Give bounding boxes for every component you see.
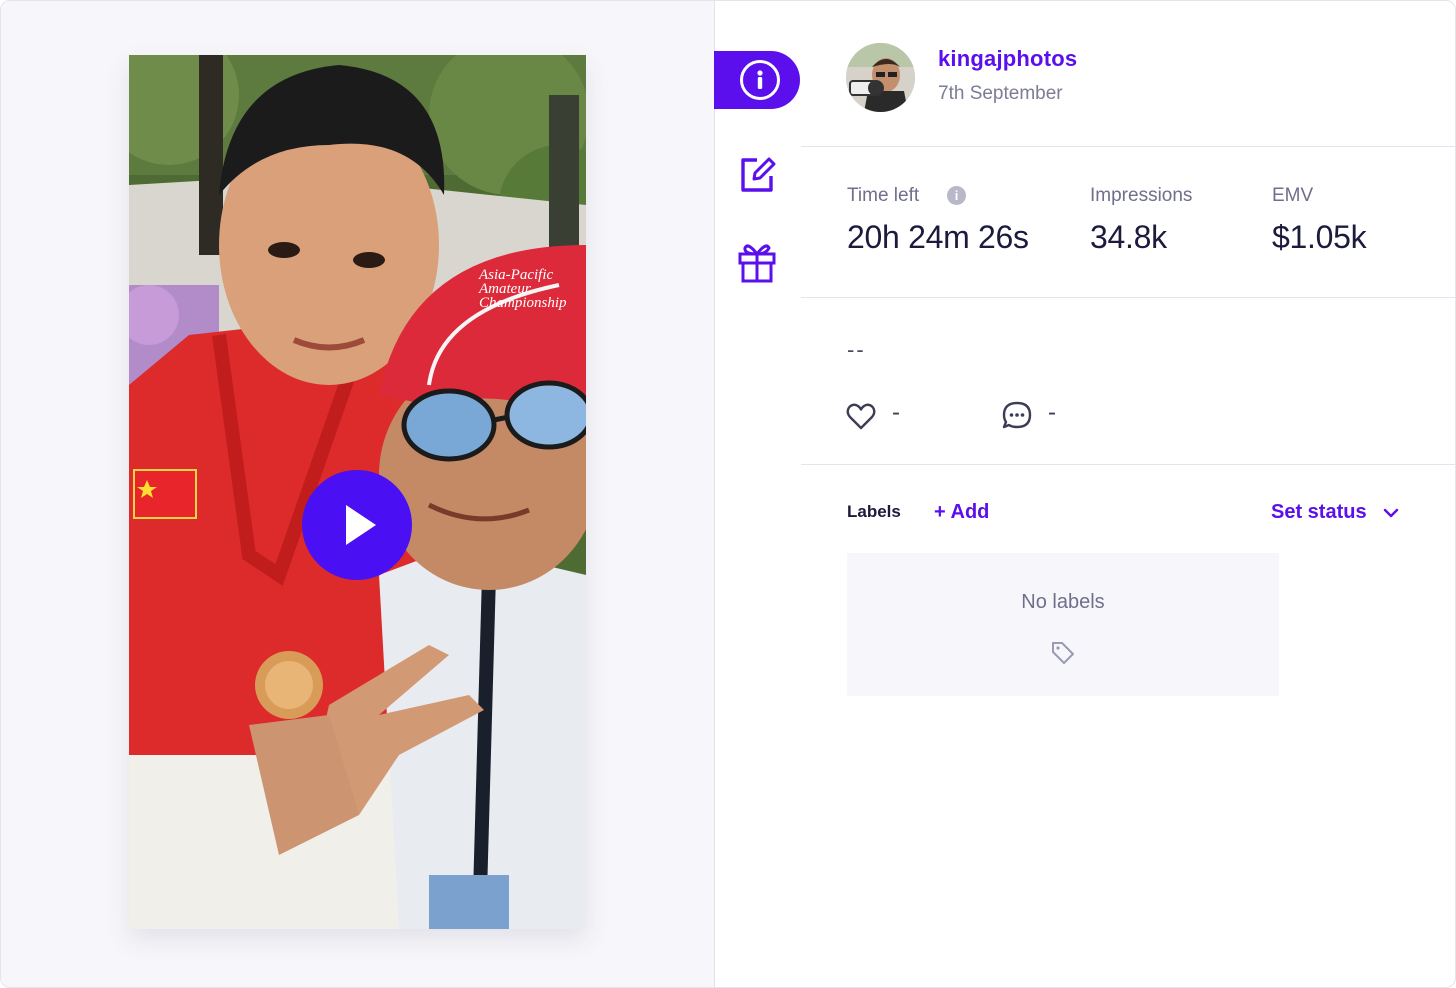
hat-text-3: Championship <box>479 295 567 311</box>
comments-count: - <box>1048 399 1056 426</box>
divider <box>801 146 1455 147</box>
avatar[interactable] <box>846 43 915 112</box>
tab-info[interactable] <box>714 51 800 109</box>
tag-icon <box>1052 642 1074 664</box>
info-icon <box>740 60 780 100</box>
labels-title: Labels <box>847 502 901 521</box>
labels-empty-state: No labels <box>847 553 1279 696</box>
post-detail-panel: Asia-Pacific Amateur Championship kingaj… <box>0 0 1456 988</box>
emv-value: $1.05k <box>1272 219 1367 255</box>
emv-label: EMV <box>1272 185 1314 206</box>
gift-icon <box>738 244 776 283</box>
impressions-value: 34.8k <box>1090 219 1167 255</box>
post-date: 7th September <box>938 83 1063 104</box>
post-media[interactable]: Asia-Pacific Amateur Championship <box>129 55 586 929</box>
comment-icon <box>1002 401 1032 429</box>
play-icon <box>346 505 376 545</box>
set-status-label: Set status <box>1271 501 1367 523</box>
media-panel: Asia-Pacific Amateur Championship <box>1 1 715 987</box>
post-caption: -- <box>847 337 866 362</box>
no-labels-text: No labels <box>1021 591 1105 613</box>
edit-icon <box>741 157 776 192</box>
post-info: kingajphotos 7th September Time left i 2… <box>801 1 1455 987</box>
heart-icon <box>846 403 876 430</box>
tab-gift[interactable] <box>735 240 779 284</box>
impressions-label: Impressions <box>1090 185 1193 206</box>
chevron-down-icon <box>1383 508 1398 517</box>
time-left-label: Time left <box>847 185 920 206</box>
time-left-value: 20h 24m 26s <box>847 219 1029 255</box>
username-link[interactable]: kingajphotos <box>938 46 1077 72</box>
play-button[interactable] <box>302 470 412 580</box>
divider <box>801 464 1455 465</box>
likes-count: - <box>892 399 900 426</box>
add-label-button[interactable]: + Add <box>934 501 989 524</box>
set-status-dropdown[interactable]: Set status <box>1271 501 1399 524</box>
divider <box>801 297 1455 298</box>
info-tooltip-icon[interactable]: i <box>947 186 966 205</box>
tab-edit[interactable] <box>735 152 779 196</box>
